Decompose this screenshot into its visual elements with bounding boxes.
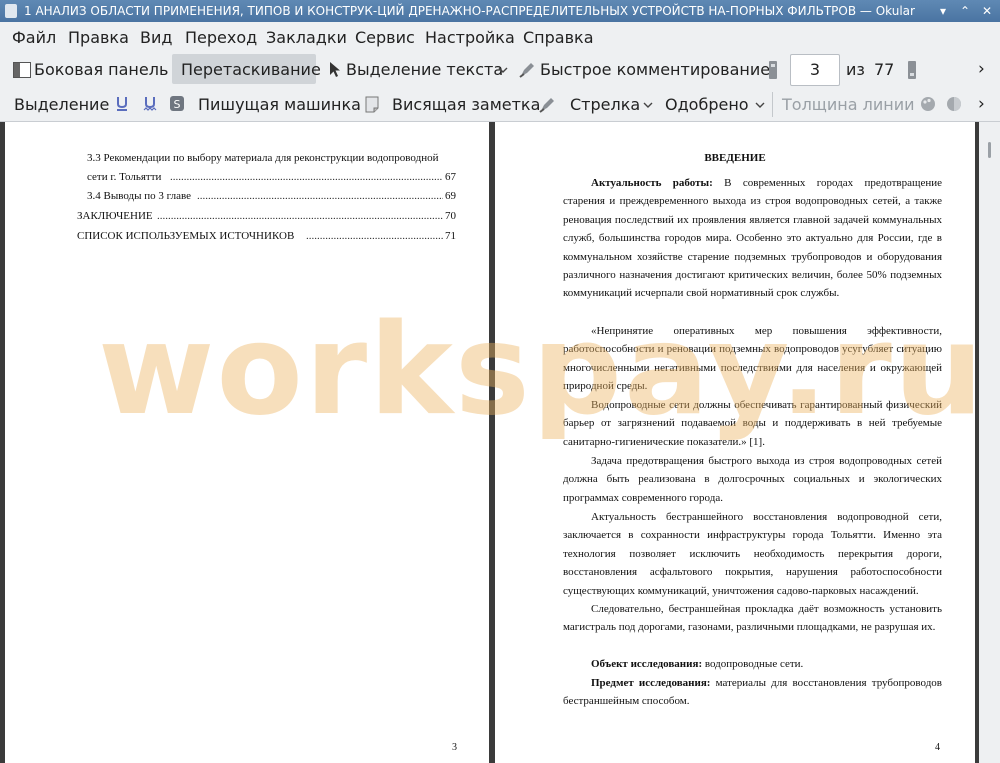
vertical-scrollbar[interactable]: [979, 122, 1000, 763]
stamp-tool-button[interactable]: Одобрено: [665, 95, 749, 114]
okular-app-icon: [5, 4, 17, 18]
maximize-button[interactable]: ⌃: [956, 0, 974, 22]
page-number: 3: [452, 742, 457, 753]
paragraph: Следовательно, бестраншейная прокладка д…: [563, 603, 942, 634]
strikeout-icon[interactable]: S: [169, 95, 185, 112]
previous-page-icon[interactable]: [768, 60, 778, 80]
quick-annotations-button[interactable]: Быстрое комментирование: [540, 60, 770, 79]
paragraph: Водопроводные сети должны обеспечивать г…: [563, 399, 942, 448]
menu-help[interactable]: Справка: [523, 28, 594, 47]
menu-view[interactable]: Вид: [140, 28, 172, 47]
annotation-toolbar: Выделение S Пишущая машинка Висящая заме…: [0, 88, 1000, 122]
toolbar-separator: [772, 92, 773, 117]
toc-leader-dots: ........................................…: [170, 171, 443, 183]
chevron-down-icon[interactable]: [755, 102, 765, 108]
menu-tools[interactable]: Сервис: [355, 28, 415, 47]
page-3: 3.3 Рекомендации по выбору материала для…: [5, 122, 489, 763]
next-page-icon[interactable]: [907, 60, 917, 80]
arrow-tool-button[interactable]: Стрелка: [570, 95, 640, 114]
page-of-label: из: [846, 60, 865, 79]
menu-file[interactable]: Файл: [12, 28, 56, 47]
toc-leader-dots: ........................................…: [306, 230, 443, 242]
toc-entry[interactable]: 3.3 Рекомендации по выбору материала для…: [87, 152, 462, 168]
paragraph: Объект исследования: водопроводные сети.: [591, 658, 804, 670]
scrollbar-thumb[interactable]: [988, 142, 991, 158]
sidebar-toggle-button[interactable]: Боковая панель: [34, 60, 168, 79]
arrow-tool-icon: [539, 98, 554, 113]
menu-settings[interactable]: Настройка: [425, 28, 515, 47]
opacity-icon[interactable]: [946, 96, 962, 112]
cursor-arrow-icon: [330, 62, 340, 77]
page-total-label: 77: [874, 60, 895, 79]
paragraph: Задача предотвращения быстрого выхода из…: [563, 455, 942, 504]
toc-leader-dots: ........................................…: [157, 210, 443, 222]
typewriter-tool-button[interactable]: Пишущая машинка: [198, 95, 361, 114]
underline-icon[interactable]: [115, 96, 129, 112]
note-icon: [365, 96, 379, 113]
menu-go[interactable]: Переход: [185, 28, 257, 47]
window-titlebar[interactable]: 1 АНАЛИЗ ОБЛАСТИ ПРИМЕНЕНИЯ, ТИПОВ И КОН…: [0, 0, 1000, 22]
toolbar-overflow-button[interactable]: ›: [978, 59, 985, 79]
page-number-input[interactable]: 3: [790, 54, 840, 86]
chevron-down-icon[interactable]: [498, 67, 508, 73]
page-number: 4: [935, 742, 940, 753]
line-width-button[interactable]: Толщина линии: [782, 95, 915, 114]
menu-bar: Файл Правка Вид Переход Закладки Сервис …: [0, 22, 1000, 52]
svg-text:S: S: [174, 98, 181, 111]
toc-entry[interactable]: сети г. Тольятти .......................…: [87, 171, 457, 187]
highlight-tool-button[interactable]: Выделение: [14, 95, 109, 114]
section-heading: ВВЕДЕНИЕ: [704, 152, 766, 164]
toc-entry[interactable]: ЗАКЛЮЧЕНИЕ .............................…: [77, 210, 457, 226]
paragraph: Предмет исследования: материалы для восс…: [563, 677, 942, 708]
quick-annotation-icon: [519, 63, 534, 78]
paragraph: «Непринятие оперативных мер повышения эф…: [563, 325, 942, 393]
menu-bookmarks[interactable]: Закладки: [266, 28, 347, 47]
page-4: ВВЕДЕНИЕ Актуальность работы: В современ…: [495, 122, 975, 763]
minimize-button[interactable]: ▾: [934, 0, 952, 22]
toc-entry[interactable]: СПИСОК ИСПОЛЬЗУЕМЫХ ИСТОЧНИКОВ .........…: [77, 230, 457, 246]
paragraph: Актуальность бестраншейного восстановлен…: [563, 511, 942, 597]
popup-note-tool-button[interactable]: Висящая заметка: [392, 95, 540, 114]
menu-edit[interactable]: Правка: [68, 28, 129, 47]
close-button[interactable]: ✕: [978, 0, 996, 22]
browse-tool-button[interactable]: Перетаскивание: [181, 60, 321, 79]
text-selection-button[interactable]: Выделение текста: [346, 60, 503, 79]
toc-leader-dots: ........................................…: [197, 190, 443, 202]
document-viewport[interactable]: 3.3 Рекомендации по выбору материала для…: [0, 122, 1000, 763]
toc-entry[interactable]: 3.4 Выводы по 3 главе ..................…: [87, 190, 457, 206]
main-toolbar: Боковая панель Перетаскивание Выделение …: [0, 52, 1000, 88]
chevron-down-icon[interactable]: [643, 102, 653, 108]
color-picker-icon[interactable]: [920, 96, 936, 112]
window-title: 1 АНАЛИЗ ОБЛАСТИ ПРИМЕНЕНИЯ, ТИПОВ И КОН…: [24, 4, 915, 18]
squiggly-underline-icon[interactable]: [143, 96, 157, 112]
annotation-toolbar-overflow-button[interactable]: ›: [978, 94, 985, 114]
sidebar-icon: [13, 62, 31, 78]
paragraph: Актуальность работы: В современных город…: [563, 177, 943, 300]
